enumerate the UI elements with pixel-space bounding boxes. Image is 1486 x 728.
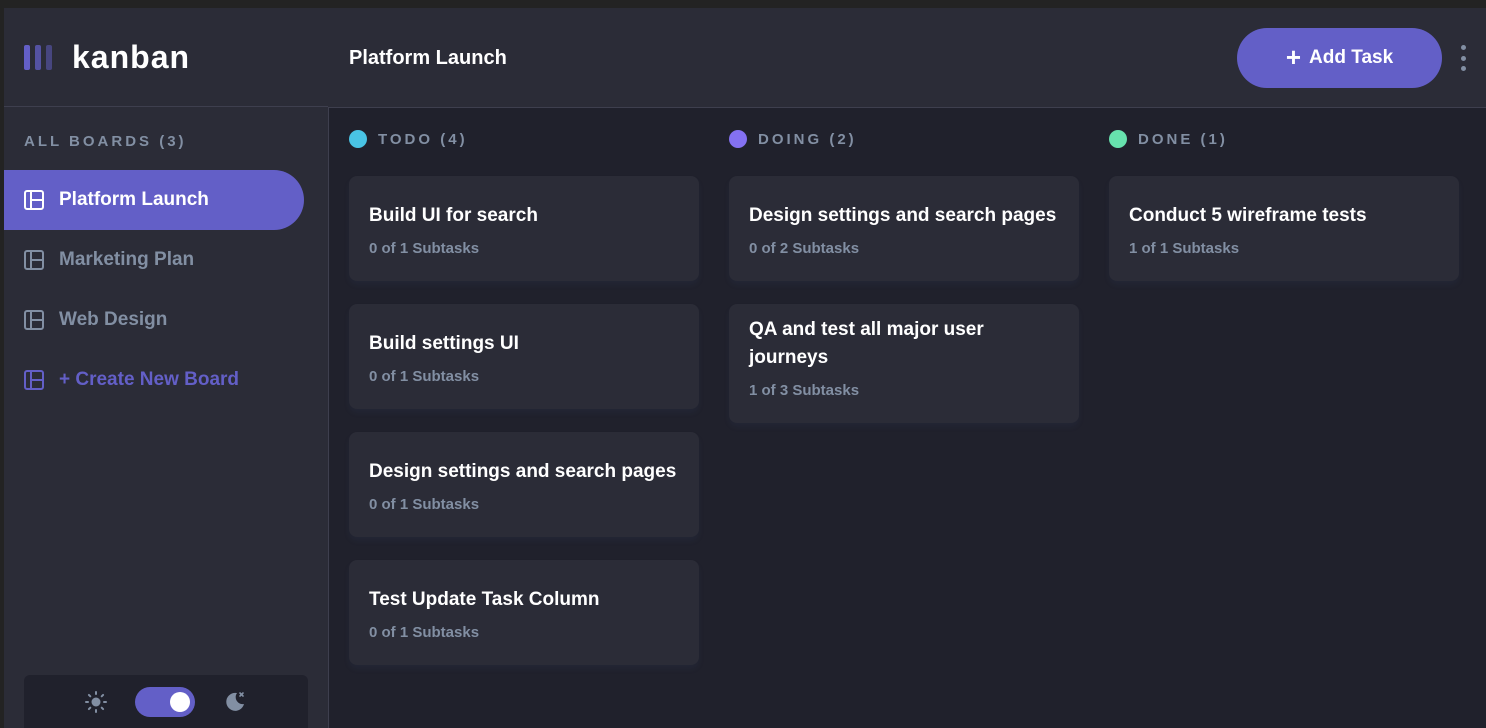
theme-toggle-panel [24,675,308,728]
kanban-app: kanban ALL BOARDS (3) Platform Launch Ma… [4,8,1486,728]
sidebar-item-marketing-plan[interactable]: Marketing Plan [4,230,304,290]
sidebar-item-web-design[interactable]: Web Design [4,290,304,350]
column-color-dot [349,130,367,148]
column-header: DONE (1) [1109,128,1459,150]
board-icon [24,190,44,210]
logo-text: kanban [72,38,191,75]
task-title: QA and test all major user journeys [749,319,984,368]
board-menu-kebab-icon[interactable] [1459,45,1467,71]
task-subtasks: 0 of 1 Subtasks [369,496,480,513]
sidebar-item-label: Platform Launch [59,189,209,210]
column-todo: TODO (4) Build UI for search 0 of 1 Subt… [349,128,699,688]
logo: kanban [4,8,328,107]
card-list: Conduct 5 wireframe tests 1 of 1 Subtask… [1109,176,1459,281]
task-card[interactable]: Design settings and search pages 0 of 2 … [729,176,1079,281]
task-subtasks: 0 of 1 Subtasks [369,624,480,641]
sidebar-item-label: Marketing Plan [59,249,195,270]
task-subtasks: 0 of 1 Subtasks [369,240,480,257]
column-title: DOING (2) [758,130,857,148]
task-title: Build settings UI [369,333,519,354]
task-title: Test Update Task Column [369,589,600,610]
board-header: Platform Launch + Add Task [328,8,1486,108]
board-list: Platform Launch Marketing Plan Web Desig… [4,170,328,410]
board-icon [24,250,44,270]
task-card[interactable]: Conduct 5 wireframe tests 1 of 1 Subtask… [1109,176,1459,281]
column-doing: DOING (2) Design settings and search pag… [729,128,1079,446]
column-title: DONE (1) [1138,130,1228,148]
board-icon [24,310,44,330]
board-icon [24,370,44,390]
task-title: Conduct 5 wireframe tests [1129,205,1367,226]
column-title: TODO (4) [378,130,468,148]
task-subtasks: 1 of 1 Subtasks [1129,240,1240,257]
moon-icon [226,691,244,711]
column-color-dot [729,130,747,148]
sidebar: kanban ALL BOARDS (3) Platform Launch Ma… [4,8,329,728]
card-list: Design settings and search pages 0 of 2 … [729,176,1079,423]
add-task-button[interactable]: + Add Task [1237,28,1442,88]
task-card[interactable]: Build UI for search 0 of 1 Subtasks [349,176,699,281]
task-subtasks: 1 of 3 Subtasks [749,382,860,399]
task-subtasks: 0 of 1 Subtasks [369,368,480,385]
task-card[interactable]: Design settings and search pages 0 of 1 … [349,432,699,537]
column-header: DOING (2) [729,128,1079,150]
logo-icon [24,44,52,70]
sun-icon [85,690,107,713]
boards-count-label: ALL BOARDS (3) [24,133,187,150]
column-header: TODO (4) [349,128,699,150]
create-new-board-button[interactable]: + Create New Board [4,350,304,410]
page-title: Platform Launch [349,47,507,69]
sidebar-item-label: Web Design [59,309,168,330]
add-task-label: Add Task [1309,47,1394,68]
column-color-dot [1109,130,1127,148]
create-board-label: + Create New Board [59,369,240,390]
task-title: Build UI for search [369,205,538,226]
dark-mode-switch[interactable] [135,686,195,717]
card-list: Build UI for search 0 of 1 Subtasks Buil… [349,176,699,665]
task-card[interactable]: Test Update Task Column 0 of 1 Subtasks [349,560,699,665]
task-title: Design settings and search pages [749,205,1057,226]
switch-knob [170,691,190,712]
sidebar-item-platform-launch[interactable]: Platform Launch [4,170,304,230]
column-done: DONE (1) Conduct 5 wireframe tests 1 of … [1109,128,1459,304]
task-title: Design settings and search pages [369,461,677,482]
task-card[interactable]: Build settings UI 0 of 1 Subtasks [349,304,699,409]
plus-icon: + [1285,41,1302,72]
task-card[interactable]: QA and test all major user journeys 1 of… [729,304,1079,423]
task-subtasks: 0 of 2 Subtasks [749,240,860,257]
